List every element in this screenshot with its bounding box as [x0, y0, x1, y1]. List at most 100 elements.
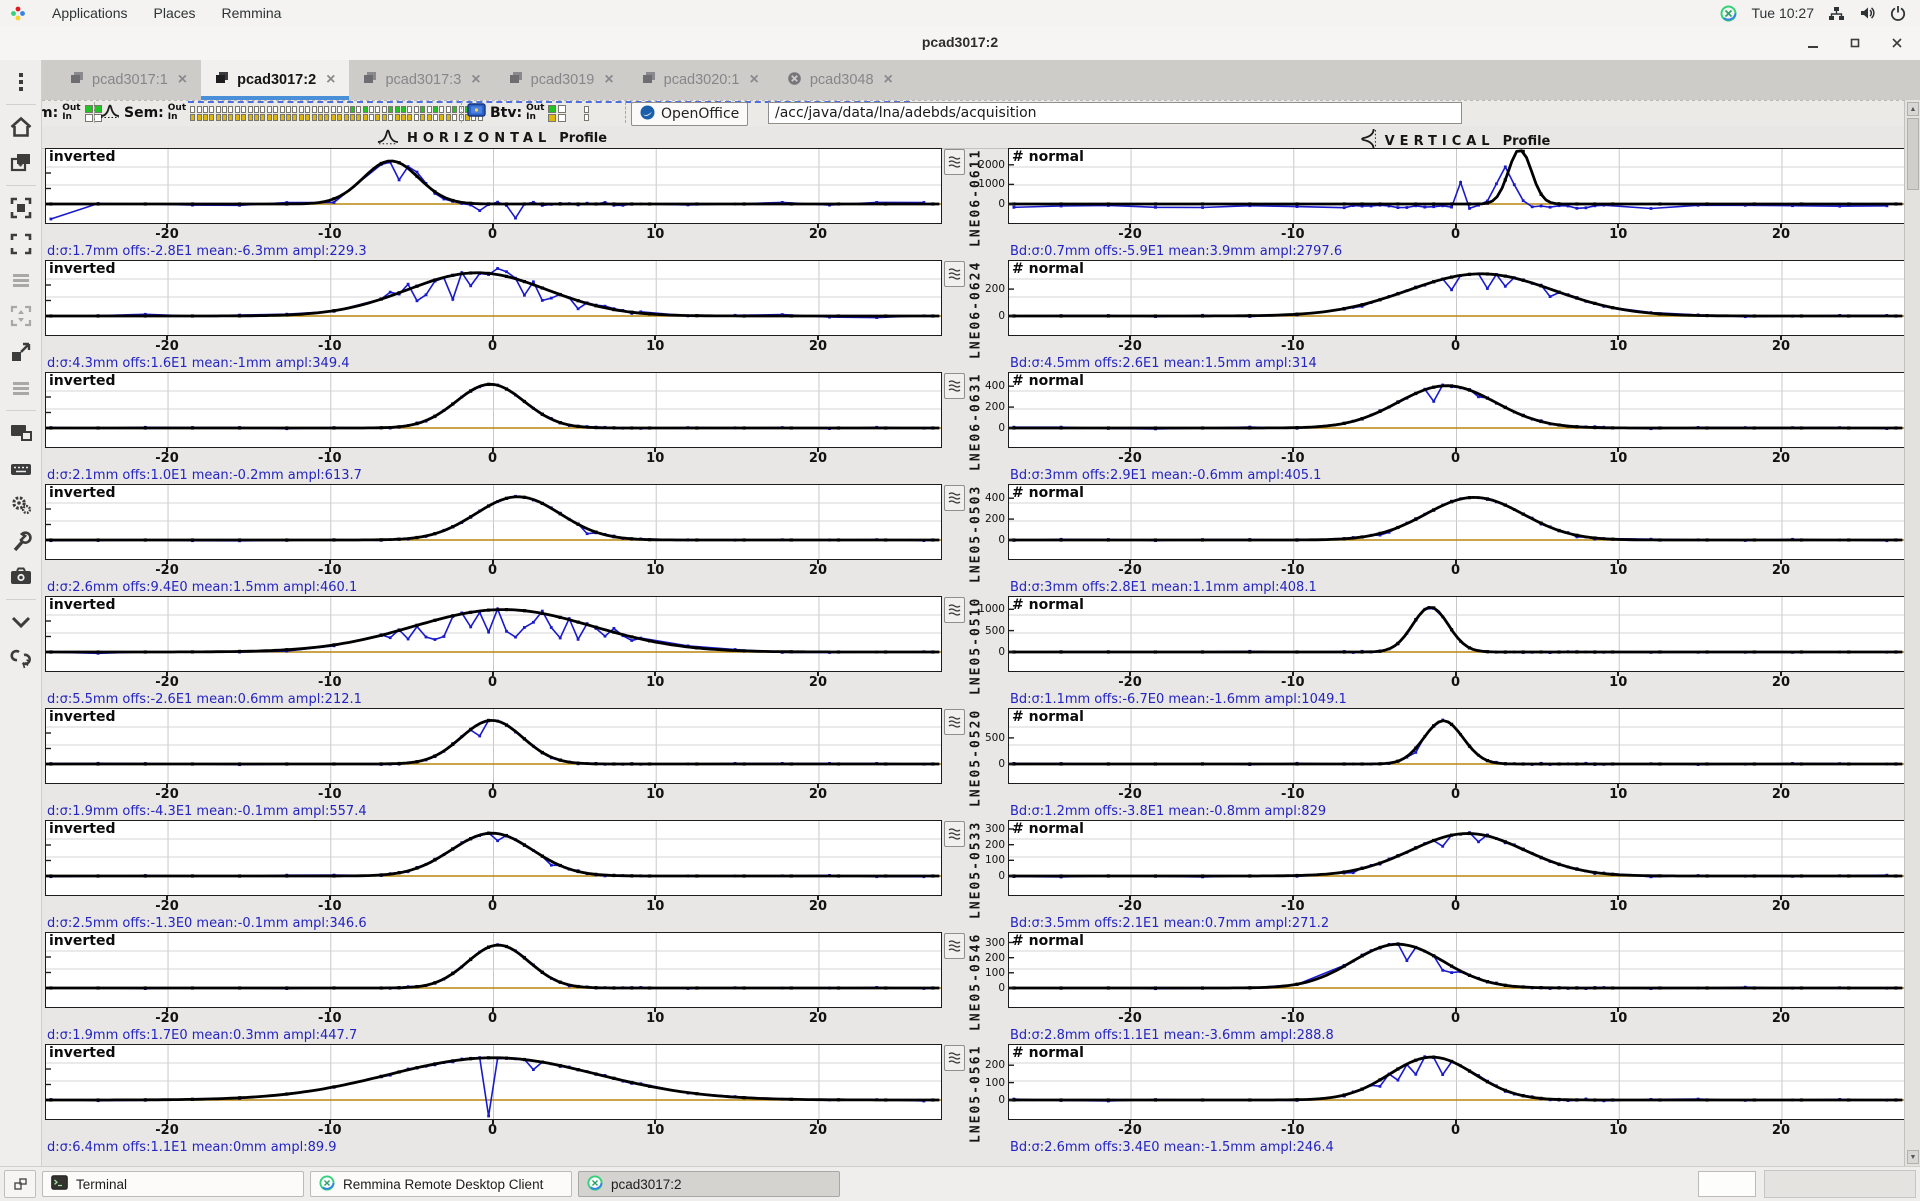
x-tick-label: 20 [808, 451, 827, 466]
minimize-button[interactable] [1804, 34, 1822, 52]
sidebar-collapse-chevron-icon[interactable] [4, 605, 38, 639]
menu-applications[interactable]: Applications [52, 5, 128, 21]
monitor-select-button[interactable] [944, 149, 965, 175]
sidebar-kebab-menu-icon[interactable] [4, 65, 38, 99]
openoffice-icon [640, 105, 655, 124]
remmina-status-icon[interactable] [1720, 5, 1737, 22]
sidebar-preferences-icon[interactable] [4, 488, 38, 522]
tab-pcad3019[interactable]: pcad3019 × [495, 60, 628, 100]
clock[interactable]: Tue 10:27 [1751, 5, 1814, 21]
sidebar-multi-monitor-icon[interactable] [4, 416, 38, 450]
vertical-stats: Bd:σ:3mm offs:2.9E1 mean:-0.6mm ampl:405… [1010, 468, 1322, 483]
window-titlebar[interactable]: pcad3017:2 [0, 26, 1920, 61]
profile-row-LNE05-0546: inverted -20 -10 0 10 20 d:σ:1.9mm offs:1.7E0 … [42, 932, 1905, 1044]
tab-close-icon[interactable]: × [178, 71, 187, 89]
monitor-select-button[interactable] [944, 1045, 965, 1071]
monitor-select-button[interactable] [944, 597, 965, 623]
monitor-select-button[interactable] [944, 709, 965, 735]
taskbar-item-pcad3017-2[interactable]: pcad3017:2 [578, 1171, 840, 1197]
status-cell [311, 113, 317, 121]
monitor-select-button[interactable] [944, 261, 965, 287]
sidebar-disconnect-icon[interactable] [4, 641, 38, 675]
sidebar-keyboard-grab-icon[interactable] [4, 452, 38, 486]
window-list-button[interactable] [4, 1170, 36, 1198]
taskbar: Terminal Remmina Remote Desktop Client p… [0, 1166, 1920, 1201]
sidebar-tools-icon[interactable] [4, 524, 38, 558]
menu-places[interactable]: Places [154, 5, 196, 21]
tray-indicator[interactable] [1698, 1171, 1756, 1197]
network-icon[interactable] [1828, 6, 1845, 21]
profile-plot: # normal 200 100 0 [985, 1044, 1905, 1120]
tab-close-icon[interactable]: × [471, 71, 480, 89]
sidebar-scale-lines-icon[interactable] [4, 263, 38, 297]
scrollbar-thumb[interactable] [1907, 118, 1919, 190]
tab-pcad3017-2[interactable]: pcad3017:2 × [201, 60, 350, 100]
tab-close-icon[interactable]: × [326, 71, 335, 89]
status-cell [413, 105, 419, 113]
tab-pcad3017-1[interactable]: pcad3017:1 × [56, 60, 201, 100]
plot-mode-label: # normal [1012, 709, 1084, 725]
sidebar-screenshot-icon[interactable] [4, 560, 38, 594]
horizontal-stats: d:σ:6.4mm offs:1.1E1 mean:0mm ampl:89.9 [47, 1140, 337, 1155]
y-tick-label: 100 [984, 854, 1005, 867]
taskbar-item-remmina[interactable]: Remmina Remote Desktop Client [310, 1171, 572, 1197]
monitor-select-button[interactable] [944, 821, 965, 847]
taskbar-item-terminal[interactable]: Terminal [42, 1171, 304, 1197]
scroll-down-icon[interactable]: ▼ [1907, 1150, 1919, 1164]
tab-close-icon[interactable]: × [749, 71, 758, 89]
x-tick-label: -10 [318, 451, 342, 466]
y-tick-label: 100 [984, 966, 1005, 979]
vertical-scrollbar[interactable]: ▲ ▼ [1904, 100, 1920, 1166]
tab-close-icon[interactable]: × [884, 71, 893, 89]
x-tick-label: -20 [155, 563, 179, 578]
x-tick-label: 10 [646, 451, 665, 466]
tab-pcad3020-1[interactable]: pcad3020:1 × [628, 60, 773, 100]
sidebar-scaling-icon[interactable] [4, 299, 38, 333]
disconnected-icon [787, 71, 802, 90]
x-tick-label: -20 [1118, 563, 1142, 578]
x-tick-label: 20 [808, 563, 827, 578]
power-icon[interactable] [1890, 5, 1906, 21]
x-tick-label: 20 [808, 1011, 827, 1026]
menu-remmina[interactable]: Remmina [222, 5, 282, 21]
sidebar-dynamic-resolution-icon[interactable] [4, 191, 38, 225]
tab-pcad3048[interactable]: pcad3048 × [773, 60, 907, 100]
x-tick-label: 10 [1609, 227, 1628, 242]
sidebar-home-icon[interactable] [4, 110, 38, 144]
y-tick-label: 300 [984, 823, 1005, 835]
monitor-select-button[interactable] [944, 933, 965, 959]
sidebar-lines-icon[interactable] [4, 371, 38, 405]
scroll-up-icon[interactable]: ▲ [1907, 102, 1919, 116]
maximize-button[interactable] [1846, 34, 1864, 52]
tab-pcad3017-3[interactable]: pcad3017:3 × [349, 60, 494, 100]
close-button[interactable] [1888, 34, 1906, 52]
status-cell [356, 105, 362, 113]
horizontal-stats: d:σ:2.1mm offs:1.0E1 mean:-0.2mm ampl:61… [47, 468, 362, 483]
profile-rows: inverted -20 -10 0 10 20 d:σ:1.7mm offs:-2.8E1… [42, 148, 1905, 1166]
profile-plot: # normal 200 0 [985, 260, 1905, 336]
sem-status-cells [190, 105, 483, 121]
plot-mode-label: # normal [1012, 373, 1084, 389]
profile-plot: inverted [45, 1044, 942, 1120]
profile-peak-icon [100, 103, 120, 123]
sidebar-resize-window-icon[interactable] [4, 335, 38, 369]
monitor-select-button[interactable] [944, 373, 965, 399]
tab-close-icon[interactable]: × [604, 71, 613, 89]
status-cell [388, 113, 394, 121]
y-tick-label: 100 [984, 1076, 1005, 1089]
volume-icon[interactable] [1859, 5, 1876, 21]
sidebar-fullscreen-icon[interactable] [4, 227, 38, 261]
openoffice-button[interactable]: OpenOffice [631, 102, 749, 126]
x-tick-label: -10 [1281, 227, 1305, 242]
monitor-select-button[interactable] [944, 485, 965, 511]
profile-plot: # normal 500 0 [985, 708, 1905, 784]
status-cell [432, 113, 438, 121]
y-tick-label: 0 [998, 310, 1005, 322]
distro-logo-icon[interactable] [10, 5, 26, 21]
x-tick-label: 20 [808, 227, 827, 242]
sidebar-new-connection-icon[interactable] [4, 146, 38, 180]
horizontal-stats: d:σ:1.7mm offs:-2.8E1 mean:-6.3mm ampl:2… [47, 244, 367, 259]
y-tick-label: 0 [998, 982, 1005, 994]
path-field[interactable]: /acc/java/data/lna/adebds/acquisition [768, 102, 1462, 124]
status-cell [228, 105, 234, 113]
